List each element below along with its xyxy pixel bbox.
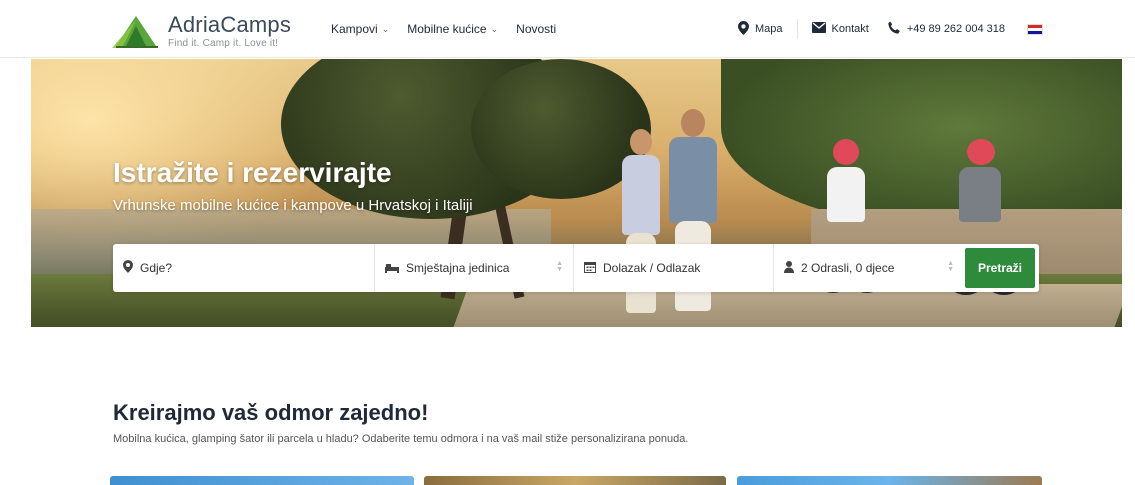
person-man <box>663 109 723 327</box>
theme-card-image[interactable] <box>424 476 726 485</box>
contact-link[interactable]: Kontakt <box>811 22 869 36</box>
person-woman <box>616 129 666 327</box>
guests-label: 2 Odrasli, 0 djece <box>801 261 895 275</box>
logo-tent-icon <box>112 12 162 50</box>
map-label: Mapa <box>754 23 783 35</box>
chevron-down-icon: ⌄ <box>490 23 499 34</box>
nav-label: Novosti <box>516 22 557 36</box>
envelope-icon <box>811 22 826 36</box>
logo[interactable]: AdriaCamps Find it. Camp it. Love it! <box>112 12 291 50</box>
section-subtitle: Mobilna kućica, glamping šator ili parce… <box>113 433 689 445</box>
select-arrows-icon: ▲ ▼ <box>556 260 563 273</box>
phone-icon <box>887 21 901 38</box>
unit-label: Smještajna jedinica <box>406 261 510 275</box>
calendar-icon <box>584 261 596 276</box>
divider <box>796 19 798 39</box>
where-placeholder: Gdje? <box>140 261 173 275</box>
nav-item-mobilne-kucice[interactable]: Mobilne kućice ⌄ <box>407 22 498 36</box>
section-title: Kreirajmo vaš odmor zajedno! <box>113 400 429 425</box>
main-nav: Kampovi ⌄ Mobilne kućice ⌄ Novosti <box>331 0 556 58</box>
bed-icon <box>385 261 399 276</box>
dates-label: Dolazak / Odlazak <box>603 261 701 275</box>
phone-link[interactable]: +49 89 262 004 318 <box>887 21 1005 38</box>
dates-picker[interactable]: Dolazak / Odlazak <box>574 244 774 292</box>
hero-title: Istražite i rezervirajte <box>113 157 392 188</box>
hero-subtitle: Vrhunske mobilne kućice i kampove u Hrva… <box>113 197 473 214</box>
contact-label: Kontakt <box>831 23 869 35</box>
user-icon <box>784 260 794 276</box>
search-bar: Gdje? Smještajna jedinica ▲ ▼ Dolazak / O… <box>113 244 1039 292</box>
logo-tagline: Find it. Camp it. Love it! <box>168 37 279 49</box>
nav-label: Kampovi <box>331 22 378 36</box>
croatian-flag-icon[interactable] <box>1027 23 1043 35</box>
map-pin-icon <box>737 20 749 38</box>
map-link[interactable]: Mapa <box>737 20 783 38</box>
accommodation-unit-select[interactable]: Smještajna jedinica ▲ ▼ <box>375 244 574 292</box>
nav-item-novosti[interactable]: Novosti <box>516 22 556 36</box>
chevron-down-icon: ⌄ <box>381 23 390 34</box>
map-pin-icon <box>123 260 133 276</box>
guests-select[interactable]: 2 Odrasli, 0 djece ▲ ▼ <box>774 244 964 292</box>
header-right: Mapa Kontakt +49 89 262 004 318 <box>737 0 1043 58</box>
search-button[interactable]: Pretraži <box>965 248 1035 288</box>
hero-greenery <box>721 59 1122 229</box>
person-boy-on-bike <box>941 139 1027 327</box>
nav-item-kampovi[interactable]: Kampovi ⌄ <box>331 22 389 36</box>
phone-number: +49 89 262 004 318 <box>906 23 1005 35</box>
site-header: AdriaCamps Find it. Camp it. Love it! Ka… <box>0 0 1135 58</box>
person-girl-on-bike <box>811 139 889 327</box>
logo-title: AdriaCamps <box>168 11 292 37</box>
theme-card-image[interactable] <box>110 476 414 485</box>
select-arrows-icon: ▲ ▼ <box>947 260 954 273</box>
nav-label: Mobilne kućice <box>407 22 487 36</box>
where-input[interactable]: Gdje? <box>113 244 375 292</box>
theme-card-image[interactable] <box>737 476 1042 485</box>
